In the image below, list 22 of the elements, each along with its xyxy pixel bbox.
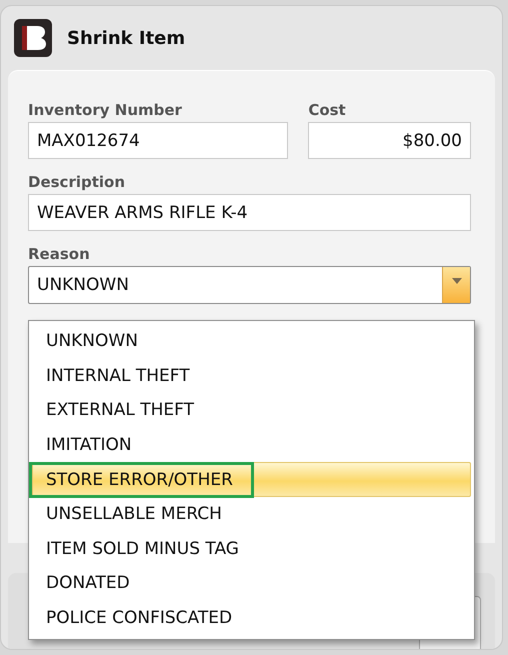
cost-field[interactable]: $80.00 xyxy=(308,122,471,159)
app-logo-icon xyxy=(13,18,53,58)
dropdown-option[interactable]: DONATED xyxy=(32,566,471,601)
dropdown-option[interactable]: INTERNAL THEFT xyxy=(32,358,471,394)
dropdown-option[interactable]: POLICE CONFISCATED xyxy=(32,600,471,636)
inventory-number-field[interactable]: MAX012674 xyxy=(28,122,288,159)
field-label: Reason xyxy=(28,245,91,263)
field-label: Description xyxy=(28,173,126,191)
description-field[interactable]: WEAVER ARMS RIFLE K-4 xyxy=(28,194,471,231)
dropdown-option[interactable]: EXTERNAL THEFT xyxy=(32,393,471,428)
field-label: Inventory Number xyxy=(28,101,183,119)
highlight-outline: STORE ERROR/OTHER xyxy=(29,462,254,498)
reason-dropdown[interactable]: UNKNOWN xyxy=(28,266,471,304)
dropdown-option[interactable]: IMITATION xyxy=(32,428,471,462)
dropdown-option[interactable]: ITEM SOLD MINUS TAG xyxy=(32,532,471,566)
window-title: Shrink Item xyxy=(67,28,186,48)
dropdown-option[interactable]: UNSELLABLE MERCH xyxy=(32,496,471,532)
dropdown-option[interactable]: UNKNOWN xyxy=(32,324,471,359)
caret-down-icon xyxy=(452,278,462,284)
field-label: Cost xyxy=(308,101,347,119)
dropdown-option[interactable]: STORE ERROR/OTHER xyxy=(32,462,471,497)
dropdown-button[interactable] xyxy=(442,267,470,303)
